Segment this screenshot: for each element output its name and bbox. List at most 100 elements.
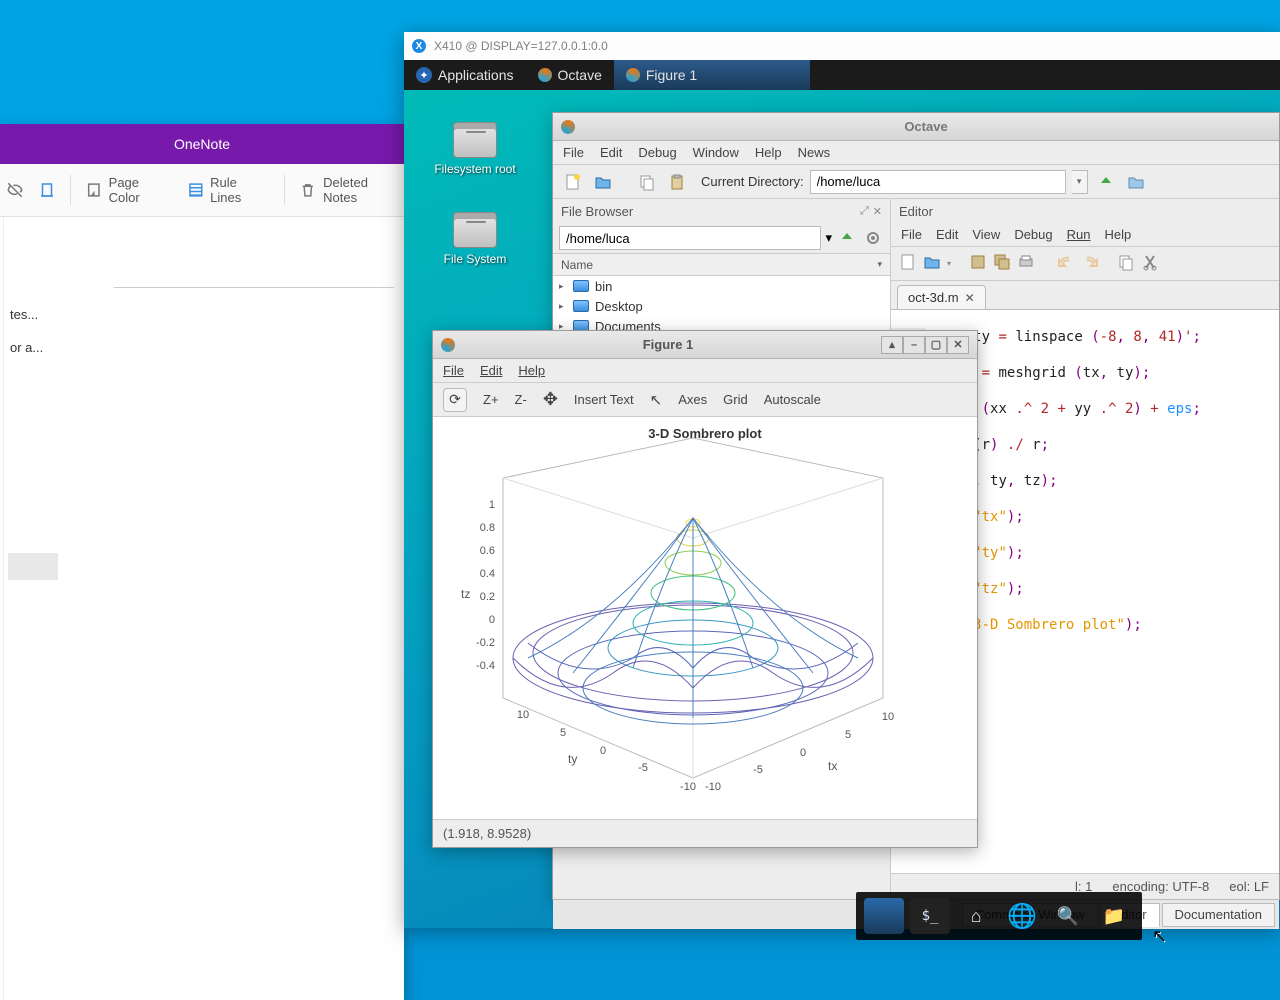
taskbar-octave-label: Octave — [558, 67, 602, 83]
taskbar-item-octave[interactable]: Octave — [526, 60, 614, 90]
dock-search[interactable]: 🔍 — [1048, 898, 1088, 934]
editor-menu-view[interactable]: View — [972, 227, 1000, 242]
desktop-icon-fs[interactable]: File System — [430, 212, 520, 266]
xfce-dock: $_ ⌂ 🌐 🔍 📁 — [856, 892, 1142, 940]
deleted-notes-button[interactable]: Deleted Notes — [299, 175, 404, 205]
menu-debug[interactable]: Debug — [638, 145, 676, 160]
list-item[interactable]: or a... — [10, 340, 58, 355]
onenote-titlebar[interactable]: OneNote — [0, 124, 404, 164]
list-item-selected[interactable] — [8, 553, 58, 580]
figure-canvas[interactable]: 3-D Sombrero plot 10.80.6 0.40.20 -0.2-0… — [433, 417, 977, 819]
editor-menu-help[interactable]: Help — [1104, 227, 1131, 242]
rule-lines-button[interactable]: Rule Lines — [187, 175, 271, 205]
open-file-button[interactable] — [591, 170, 615, 194]
menu-file[interactable]: File — [563, 145, 584, 160]
list-item[interactable]: tes... — [10, 307, 58, 322]
tab-documentation[interactable]: Documentation — [1162, 903, 1275, 927]
octave-titlebar[interactable]: Octave — [553, 113, 1279, 141]
dock-home[interactable]: ⌂ — [956, 898, 996, 934]
zoom-in-button[interactable]: Z+ — [483, 392, 499, 407]
editor-new-button[interactable] — [899, 253, 917, 274]
svg-text:-0.2: -0.2 — [476, 637, 495, 649]
file-browser-path-input[interactable] — [559, 226, 821, 250]
close-tab-icon[interactable]: ✕ — [965, 291, 975, 305]
editor-undo-button[interactable] — [1057, 253, 1075, 274]
editor-copy-button[interactable] — [1117, 253, 1135, 274]
minimize-button[interactable]: – — [903, 336, 925, 354]
dock-files[interactable]: 📁 — [1094, 898, 1134, 934]
file-browser-columns[interactable]: Name ▾ — [553, 254, 890, 276]
svg-text:5: 5 — [845, 729, 851, 741]
select-button[interactable]: ↖ — [650, 391, 663, 409]
expand-icon[interactable]: ▸ — [559, 281, 567, 292]
axes-button[interactable]: Axes — [678, 392, 707, 407]
paper-size-button[interactable] — [38, 181, 56, 199]
editor-print-button[interactable] — [1017, 253, 1035, 274]
file-browser-row[interactable]: ▸Desktop — [553, 296, 890, 316]
column-sort-icon[interactable]: ▾ — [877, 259, 882, 270]
file-browser-row[interactable]: ▸bin — [553, 276, 890, 296]
dock-show-desktop[interactable] — [864, 898, 904, 934]
x410-window: X X410 @ DISPLAY=127.0.0.1:0.0 ✦ Applica… — [404, 32, 1280, 928]
desktop-icons: Filesystem root File System — [430, 122, 520, 302]
figure-menu-file[interactable]: File — [443, 363, 464, 378]
menu-news[interactable]: News — [798, 145, 831, 160]
name-column-header[interactable]: Name — [561, 258, 593, 272]
taskbar-item-figure[interactable]: Figure 1 — [614, 60, 810, 90]
editor-cut-button[interactable] — [1141, 253, 1159, 274]
undock-button[interactable]: ⤢ — [860, 205, 869, 218]
svg-text:-10: -10 — [705, 781, 721, 793]
svg-text:0.8: 0.8 — [480, 522, 495, 534]
desktop-icon-fsroot[interactable]: Filesystem root — [430, 122, 520, 176]
x410-titlebar[interactable]: X X410 @ DISPLAY=127.0.0.1:0.0 — [404, 32, 1280, 60]
current-directory-dropdown[interactable]: ▾ — [1072, 170, 1088, 194]
new-file-button[interactable] — [561, 170, 585, 194]
rollup-button[interactable]: ▴ — [881, 336, 903, 354]
menu-edit[interactable]: Edit — [600, 145, 622, 160]
figure-titlebar[interactable]: Figure 1 ▴ – ▢ ✕ — [433, 331, 977, 359]
copy-button[interactable] — [635, 170, 659, 194]
grid-button[interactable]: Grid — [723, 392, 748, 407]
onenote-toolbar: Page Color Rule Lines Deleted Notes — [0, 164, 404, 217]
path-settings-button[interactable] — [862, 227, 884, 249]
figure-title-text: Figure 1 — [461, 337, 875, 352]
applications-menu-button[interactable]: ✦ Applications — [404, 60, 526, 90]
editor-toolbar: ▾ — [891, 247, 1279, 281]
current-directory-input[interactable] — [810, 170, 1066, 194]
page-color-button[interactable]: Page Color — [85, 175, 173, 205]
editor-menu-edit[interactable]: Edit — [936, 227, 958, 242]
autoscale-button[interactable]: Autoscale — [764, 392, 821, 407]
x410-icon: X — [412, 39, 426, 53]
svg-text:0.6: 0.6 — [480, 545, 495, 557]
expand-icon[interactable]: ▸ — [559, 301, 567, 312]
close-button[interactable]: ✕ — [947, 336, 969, 354]
figure-menu-edit[interactable]: Edit — [480, 363, 502, 378]
menu-help[interactable]: Help — [755, 145, 782, 160]
hide-toolbar-button[interactable] — [6, 181, 24, 199]
editor-saveall-button[interactable] — [993, 253, 1011, 274]
onenote-page[interactable] — [58, 217, 404, 1000]
dock-browser[interactable]: 🌐 — [1002, 898, 1042, 934]
editor-save-button[interactable] — [969, 253, 987, 274]
trash-icon — [299, 181, 317, 199]
editor-redo-button[interactable] — [1081, 253, 1099, 274]
editor-tab[interactable]: oct-3d.m ✕ — [897, 285, 986, 309]
zoom-out-button[interactable]: Z- — [515, 392, 527, 407]
close-pane-button[interactable]: ✕ — [873, 205, 882, 218]
path-up-button[interactable] — [836, 227, 858, 249]
editor-menu-run[interactable]: Run — [1067, 227, 1091, 242]
figure-menu-help[interactable]: Help — [518, 363, 545, 378]
editor-menu-file[interactable]: File — [901, 227, 922, 242]
pan-button[interactable]: ✥ — [543, 389, 558, 410]
dock-terminal[interactable]: $_ — [910, 898, 950, 934]
maximize-button[interactable]: ▢ — [925, 336, 947, 354]
rotate-button[interactable]: ⟳ — [443, 388, 467, 412]
path-dropdown[interactable]: ▾ — [825, 230, 832, 246]
editor-open-button[interactable] — [923, 253, 941, 274]
dir-up-button[interactable] — [1094, 170, 1118, 194]
editor-menu-debug[interactable]: Debug — [1014, 227, 1052, 242]
dir-browse-button[interactable] — [1124, 170, 1148, 194]
insert-text-button[interactable]: Insert Text — [574, 392, 634, 407]
menu-window[interactable]: Window — [693, 145, 739, 160]
paste-button[interactable] — [665, 170, 689, 194]
